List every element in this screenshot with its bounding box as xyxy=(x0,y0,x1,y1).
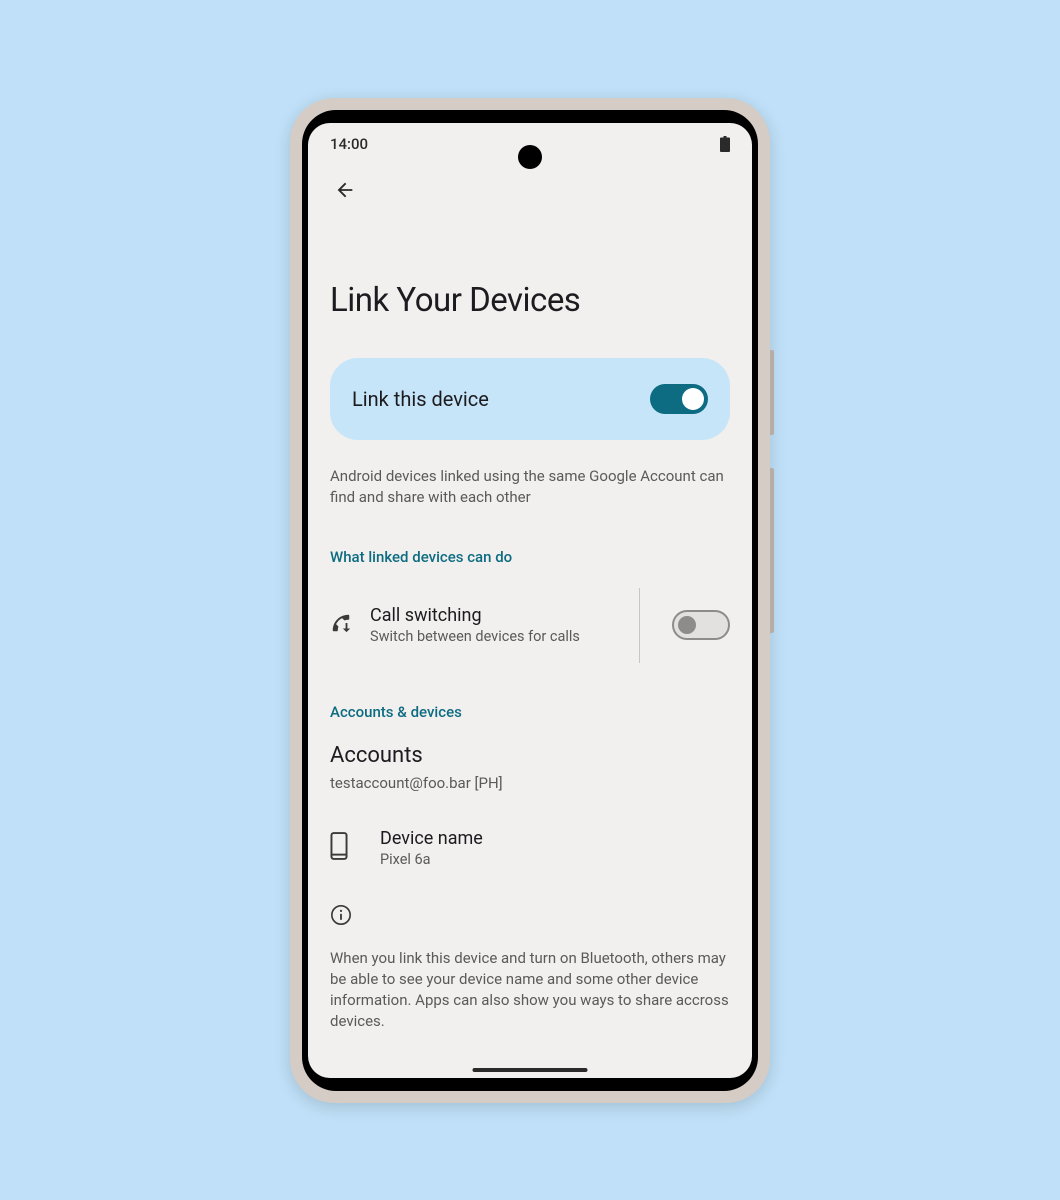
info-icon xyxy=(330,904,730,930)
volume-button xyxy=(770,468,774,633)
navigation-bar[interactable] xyxy=(473,1068,588,1072)
call-switching-subtitle: Switch between devices for calls xyxy=(370,628,623,645)
call-switching-toggle[interactable] xyxy=(672,610,730,640)
accounts-email: testaccount@foo.bar [PH] xyxy=(330,774,730,792)
linked-devices-header: What linked devices can do xyxy=(330,548,730,566)
screen: 14:00 Link Your Devices Link this device… xyxy=(308,123,752,1078)
back-button[interactable] xyxy=(334,179,356,205)
divider xyxy=(639,588,640,663)
accounts-item[interactable]: Accounts testaccount@foo.bar [PH] xyxy=(330,743,730,792)
phone-frame: 14:00 Link Your Devices Link this device… xyxy=(290,98,770,1103)
page-title: Link Your Devices xyxy=(330,281,730,320)
device-name-value: Pixel 6a xyxy=(380,851,730,868)
link-device-label: Link this device xyxy=(352,387,489,411)
disclosure-text: When you link this device and turn on Bl… xyxy=(330,948,730,1032)
accounts-title: Accounts xyxy=(330,743,730,768)
status-time: 14:00 xyxy=(330,135,368,153)
accounts-devices-header: Accounts & devices xyxy=(330,703,730,721)
camera-punch xyxy=(518,145,542,169)
link-device-toggle[interactable] xyxy=(650,384,708,414)
link-description: Android devices linked using the same Go… xyxy=(330,466,730,508)
phone-bezel: 14:00 Link Your Devices Link this device… xyxy=(302,110,758,1091)
phone-callback-icon xyxy=(330,612,354,638)
link-device-card: Link this device xyxy=(330,358,730,440)
call-switching-title: Call switching xyxy=(370,605,623,626)
call-switching-row[interactable]: Call switching Switch between devices fo… xyxy=(330,588,730,663)
smartphone-icon xyxy=(330,832,354,864)
device-name-label: Device name xyxy=(380,828,730,849)
battery-icon xyxy=(720,136,730,152)
device-name-item[interactable]: Device name Pixel 6a xyxy=(330,828,730,868)
power-button xyxy=(770,350,774,435)
